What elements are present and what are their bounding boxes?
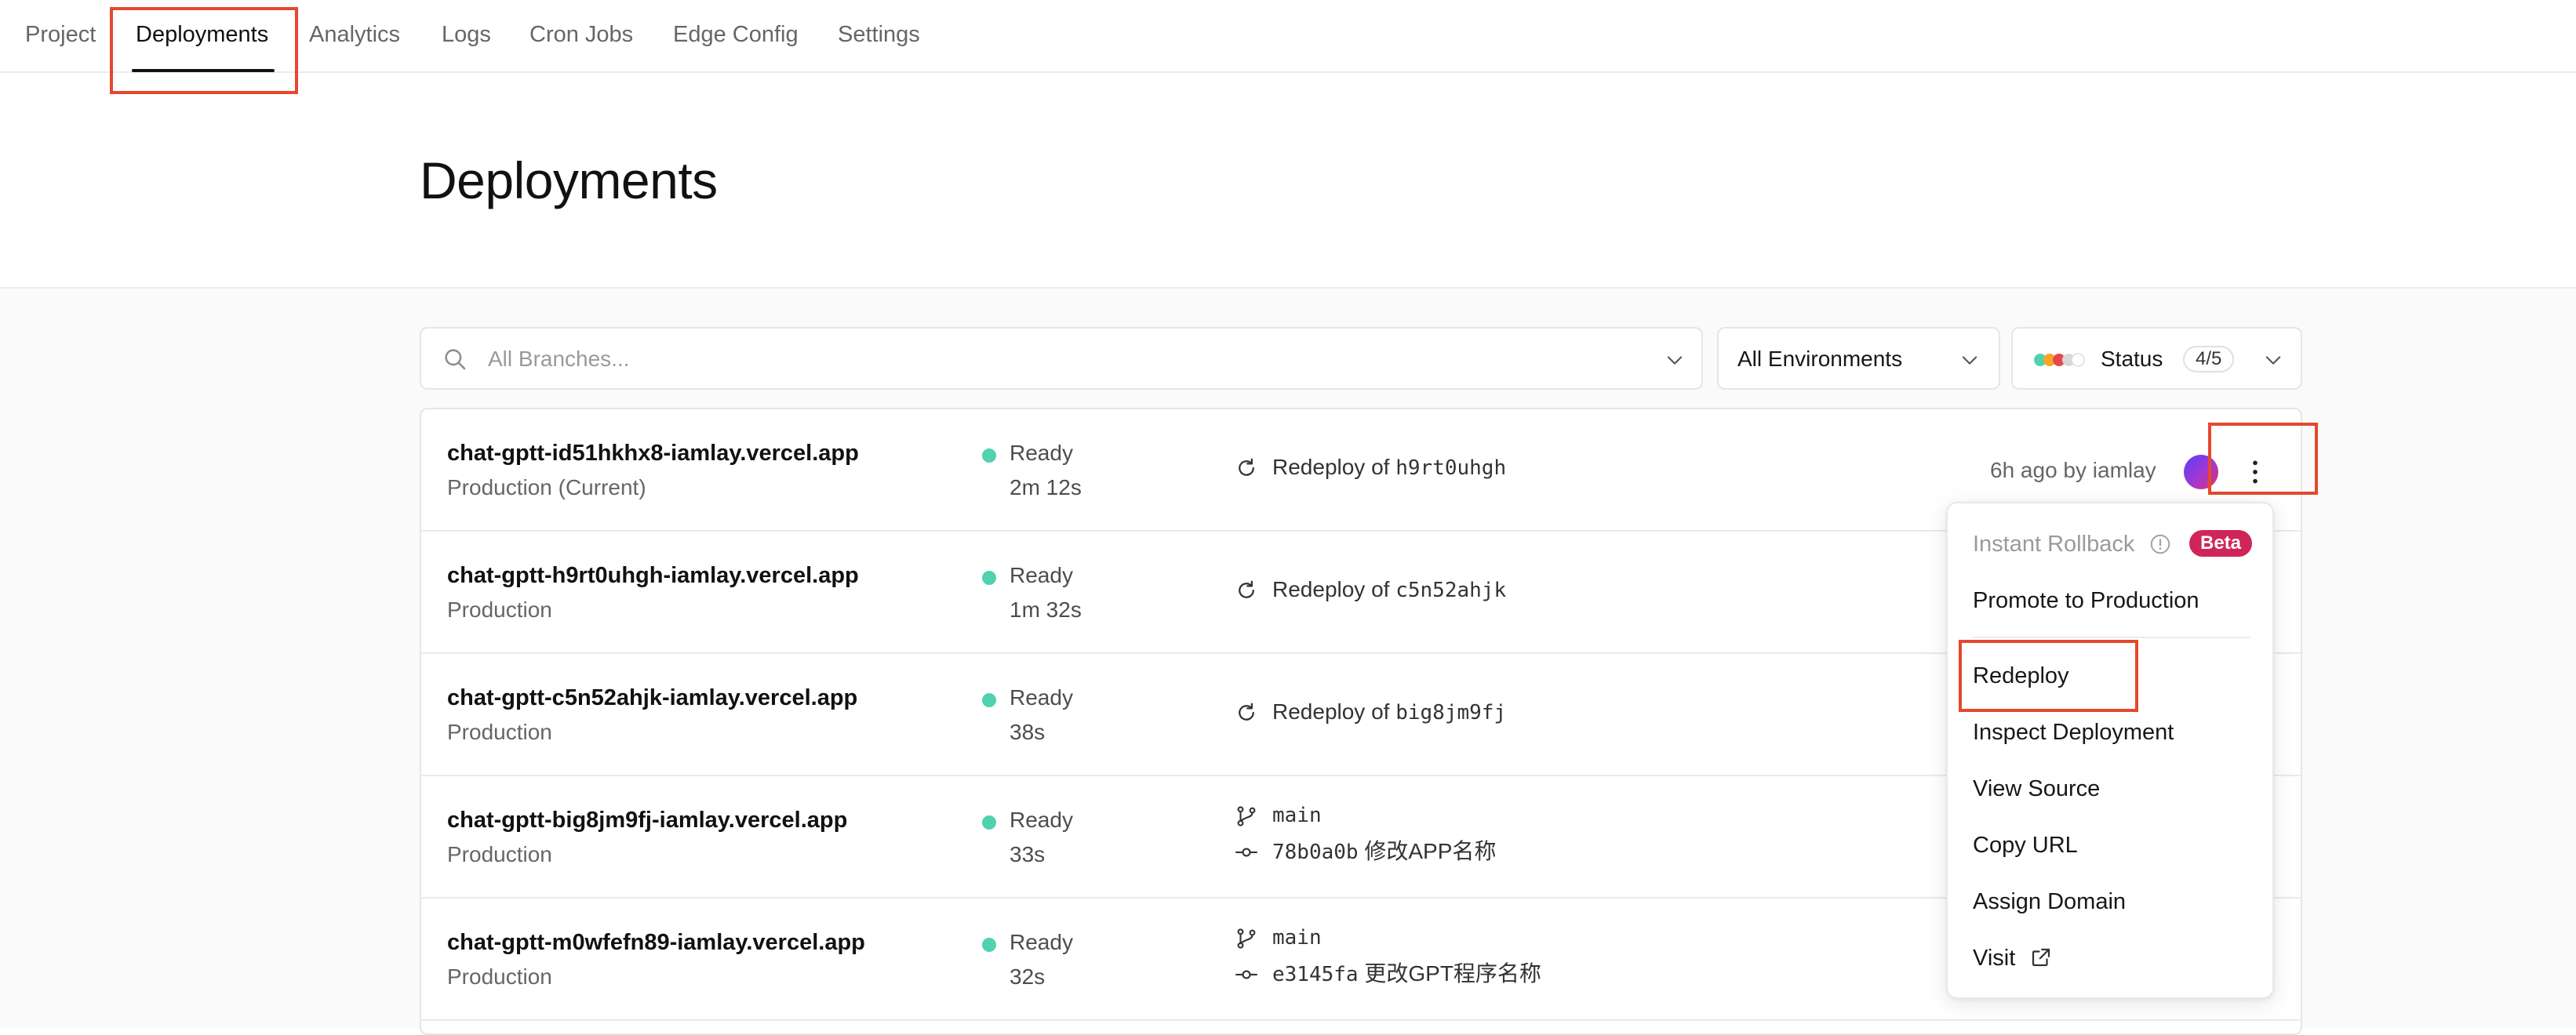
beta-badge: Beta	[2189, 530, 2253, 557]
menu-item-inspect-deployment[interactable]: Inspect Deployment	[1973, 718, 2174, 746]
deployment-source: Redeploy of h9rt0uhgh	[1272, 453, 1506, 482]
menu-item-assign-domain[interactable]: Assign Domain	[1973, 888, 2126, 916]
environment-select[interactable]: All Environments	[1717, 327, 2000, 390]
info-icon	[2150, 534, 2170, 554]
tab-settings[interactable]: Settings	[838, 20, 920, 49]
top-navigation: Project Deployments Analytics Logs Cron …	[0, 0, 2576, 73]
commit-icon	[1235, 970, 1257, 979]
status-count-badge: 4/5	[2183, 346, 2235, 372]
deployment-duration: 32s	[1010, 964, 1046, 989]
deployment-url[interactable]: chat-gptt-id51hkhx8-iamlay.vercel.app	[447, 439, 859, 467]
status-filter[interactable]: Status 4/5	[2011, 327, 2302, 390]
tab-project[interactable]: Project	[25, 20, 96, 49]
deployment-state: Ready	[1010, 930, 1073, 954]
external-link-icon	[2032, 948, 2050, 967]
redeploy-icon	[1239, 703, 1254, 721]
deployment-environment: Production	[447, 964, 552, 989]
deployment-duration: 38s	[1010, 720, 1046, 744]
deployment-url[interactable]: chat-gptt-big8jm9fj-iamlay.vercel.app	[447, 806, 847, 834]
more-vertical-icon[interactable]	[2239, 456, 2271, 488]
branch-icon	[1237, 928, 1256, 949]
active-tab-indicator	[132, 69, 275, 72]
deployment-state: Ready	[1010, 563, 1073, 587]
commit-message: 更改GPT程序名称	[1364, 961, 1541, 986]
status-dots-icon	[2034, 353, 2085, 367]
deployment-environment: Production	[447, 597, 552, 622]
ready-status-dot	[982, 938, 996, 952]
deployment-url[interactable]: chat-gptt-h9rt0uhgh-iamlay.vercel.app	[447, 561, 859, 590]
deployment-environment: Production (Current)	[447, 475, 646, 499]
ready-status-dot	[982, 571, 996, 585]
commit-hash: 78b0a0b	[1272, 841, 1359, 864]
deployment-duration: 1m 32s	[1010, 597, 1082, 622]
deployment-source: Redeploy of c5n52ahjk	[1272, 576, 1506, 605]
deployment-environment: Production	[447, 842, 552, 866]
branch-name[interactable]: main	[1272, 924, 1322, 952]
menu-item-copy-url[interactable]: Copy URL	[1973, 831, 2078, 859]
redeploy-id[interactable]: c5n52ahjk	[1395, 579, 1506, 602]
redeploy-prefix: Redeploy of	[1272, 699, 1390, 724]
chevron-down-icon	[2265, 356, 2281, 365]
menu-item-instant-rollback[interactable]: Instant Rollback	[1973, 530, 2134, 558]
deployment-source: Redeploy of big8jm9fj	[1272, 698, 1506, 727]
chevron-down-icon	[1962, 356, 1977, 365]
tab-analytics[interactable]: Analytics	[309, 20, 400, 49]
tab-edge-config[interactable]: Edge Config	[673, 20, 799, 49]
commit-info[interactable]: 78b0a0b 修改APP名称	[1272, 837, 1496, 866]
ready-status-dot	[982, 693, 996, 707]
deployment-state: Ready	[1010, 441, 1073, 465]
deployment-duration: 33s	[1010, 842, 1046, 866]
menu-item-visit[interactable]: Visit	[1973, 944, 2015, 972]
branch-icon	[1237, 806, 1256, 826]
commit-info[interactable]: e3145fa 更改GPT程序名称	[1272, 960, 1541, 989]
deployment-duration: 2m 12s	[1010, 475, 1082, 499]
menu-divider	[1973, 637, 2250, 638]
tab-cron-jobs[interactable]: Cron Jobs	[529, 20, 633, 49]
environment-select-value: All Environments	[1737, 347, 1903, 371]
redeploy-id[interactable]: big8jm9fj	[1395, 701, 1506, 724]
ready-status-dot	[982, 448, 996, 463]
menu-item-promote-to-production[interactable]: Promote to Production	[1973, 586, 2199, 615]
branch-search[interactable]: All Branches...	[420, 327, 1703, 390]
menu-item-redeploy[interactable]: Redeploy	[1973, 662, 2069, 690]
status-label: Status	[2101, 347, 2163, 371]
redeploy-icon	[1239, 458, 1254, 476]
deployment-actions-menu: Instant Rollback Beta Promote to Product…	[1946, 502, 2274, 999]
search-icon	[445, 349, 466, 370]
deployment-environment: Production	[447, 720, 552, 744]
deployment-url[interactable]: chat-gptt-c5n52ahjk-iamlay.vercel.app	[447, 684, 857, 712]
branch-name[interactable]: main	[1272, 801, 1322, 830]
commit-icon	[1235, 848, 1257, 857]
redeploy-prefix: Redeploy of	[1272, 455, 1390, 479]
deployment-url[interactable]: chat-gptt-m0wfefn89-iamlay.vercel.app	[447, 928, 865, 957]
commit-message: 修改APP名称	[1364, 839, 1497, 863]
avatar	[2184, 455, 2218, 489]
menu-item-view-source[interactable]: View Source	[1973, 775, 2100, 803]
deployment-state: Ready	[1010, 808, 1073, 832]
deployment-meta: 6h ago by iamlay	[1990, 458, 2156, 482]
search-placeholder: All Branches...	[488, 347, 630, 371]
redeploy-prefix: Redeploy of	[1272, 577, 1390, 601]
page-title: Deployments	[420, 151, 718, 209]
tab-deployments[interactable]: Deployments	[136, 20, 268, 49]
redeploy-id[interactable]: h9rt0uhgh	[1395, 456, 1506, 480]
ready-status-dot	[982, 815, 996, 830]
redeploy-icon	[1239, 580, 1254, 598]
chevron-down-icon	[1667, 356, 1683, 365]
deployment-state: Ready	[1010, 685, 1073, 710]
tab-logs[interactable]: Logs	[442, 20, 491, 49]
commit-hash: e3145fa	[1272, 963, 1359, 986]
